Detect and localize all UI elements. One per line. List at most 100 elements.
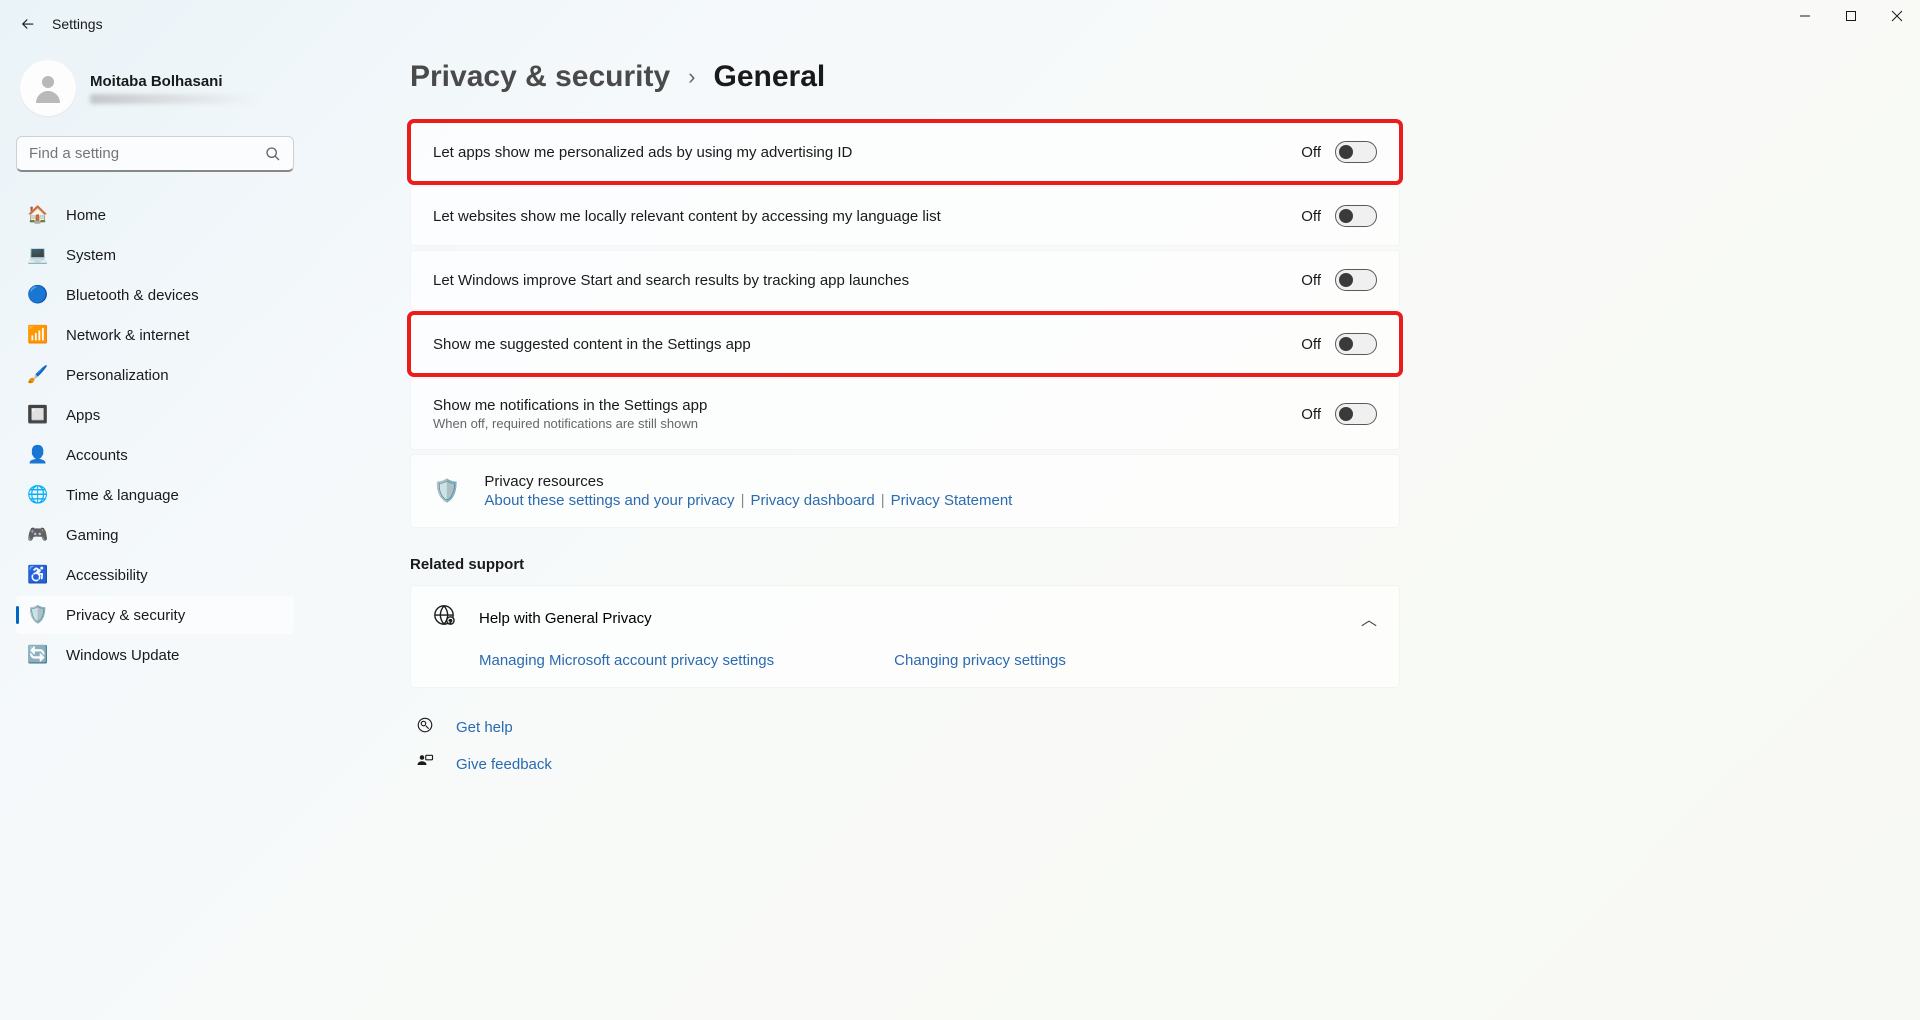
nav-item-windows-update[interactable]: 🔄 Windows Update (16, 636, 294, 674)
help-link[interactable]: Changing privacy settings (894, 652, 1066, 669)
nav-label: System (66, 247, 116, 264)
maximize-button[interactable] (1828, 0, 1874, 32)
nav-label: Accessibility (66, 567, 148, 584)
breadcrumb-current: General (713, 60, 825, 94)
nav-icon: 💻 (28, 245, 48, 265)
related-support-header: Related support (410, 556, 1888, 573)
help-title: Help with General Privacy (479, 610, 652, 627)
nav-item-personalization[interactable]: 🖌️ Personalization (16, 356, 294, 394)
setting-row: Let apps show me personalized ads by usi… (410, 122, 1400, 182)
setting-title: Let apps show me personalized ads by usi… (433, 144, 852, 161)
setting-title: Let Windows improve Start and search res… (433, 272, 909, 289)
give-feedback-label: Give feedback (456, 756, 552, 773)
settings-list: Let apps show me personalized ads by usi… (410, 122, 1400, 450)
setting-title: Show me notifications in the Settings ap… (433, 397, 707, 414)
resources-links: About these settings and your privacy|Pr… (484, 492, 1012, 509)
nav-item-apps[interactable]: 🔲 Apps (16, 396, 294, 434)
profile-email-redacted (90, 94, 260, 104)
person-icon (30, 70, 66, 106)
shield-icon: 🛡️ (433, 478, 460, 504)
maximize-icon (1845, 10, 1857, 22)
app-title: Settings (52, 16, 103, 32)
nav-icon: 🌐 (28, 485, 48, 505)
feedback-icon (416, 753, 436, 776)
toggle-switch[interactable] (1335, 333, 1377, 355)
nav-icon: 📶 (28, 325, 48, 345)
titlebar: Settings (0, 0, 1920, 48)
breadcrumb: Privacy & security › General (410, 60, 1888, 94)
chevron-right-icon: › (688, 64, 695, 90)
nav-icon: 🏠 (28, 205, 48, 225)
nav-icon: 🛡️ (28, 605, 48, 625)
profile-block[interactable]: Moitaba Bolhasani (16, 56, 294, 136)
nav-label: Personalization (66, 367, 169, 384)
close-button[interactable] (1874, 0, 1920, 32)
nav-label: Time & language (66, 487, 179, 504)
get-help-link[interactable]: Get help (416, 716, 1888, 739)
minimize-button[interactable] (1782, 0, 1828, 32)
nav-item-accounts[interactable]: 👤 Accounts (16, 436, 294, 474)
chevron-up-icon: ︿ (1361, 606, 1377, 630)
privacy-resources-card: 🛡️ Privacy resources About these setting… (410, 454, 1400, 528)
nav-label: Apps (66, 407, 100, 424)
window-controls (1782, 0, 1920, 32)
nav-icon: 👤 (28, 445, 48, 465)
nav-item-bluetooth-devices[interactable]: 🔵 Bluetooth & devices (16, 276, 294, 314)
help-link[interactable]: Managing Microsoft account privacy setti… (479, 652, 774, 669)
nav-label: Bluetooth & devices (66, 287, 199, 304)
nav-item-system[interactable]: 💻 System (16, 236, 294, 274)
nav-item-time-language[interactable]: 🌐 Time & language (16, 476, 294, 514)
give-feedback-link[interactable]: Give feedback (416, 753, 1888, 776)
svg-text:?: ? (449, 619, 452, 625)
setting-row: Show me notifications in the Settings ap… (410, 378, 1400, 450)
toggle-switch[interactable] (1335, 141, 1377, 163)
setting-subtitle: When off, required notifications are sti… (433, 416, 707, 431)
nav-label: Home (66, 207, 106, 224)
toggle-state-label: Off (1301, 144, 1321, 161)
toggle-switch[interactable] (1335, 269, 1377, 291)
toggle-state-label: Off (1301, 406, 1321, 423)
help-icon (416, 716, 436, 739)
nav-item-accessibility[interactable]: ♿Accessibility (16, 556, 294, 594)
resource-link[interactable]: About these settings and your privacy (484, 492, 734, 509)
resource-link[interactable]: Privacy dashboard (750, 492, 874, 509)
nav-label: Privacy & security (66, 607, 185, 624)
avatar (20, 60, 76, 116)
toggle-switch[interactable] (1335, 205, 1377, 227)
breadcrumb-parent[interactable]: Privacy & security (410, 60, 670, 94)
nav-label: Windows Update (66, 647, 179, 664)
nav-label: Accounts (66, 447, 128, 464)
sidebar: Moitaba Bolhasani 🏠 Home 💻 System 🔵 Bluetooth… (0, 48, 310, 1020)
help-links: Managing Microsoft account privacy setti… (433, 632, 1377, 669)
toggle-switch[interactable] (1335, 403, 1377, 425)
profile-name: Moitaba Bolhasani (90, 73, 260, 90)
minimize-icon (1799, 10, 1811, 22)
resource-link[interactable]: Privacy Statement (891, 492, 1013, 509)
setting-row: Let websites show me locally relevant co… (410, 186, 1400, 246)
nav-icon: 🔵 (28, 285, 48, 305)
nav-list: 🏠 Home 💻 System 🔵 Bluetooth & devices 📶Network… (16, 196, 294, 674)
toggle-state-label: Off (1301, 336, 1321, 353)
nav-item-network-internet[interactable]: 📶Network & internet (16, 316, 294, 354)
close-icon (1891, 10, 1903, 22)
toggle-state-label: Off (1301, 208, 1321, 225)
search-box[interactable] (16, 136, 294, 172)
arrow-left-icon (19, 15, 37, 33)
back-button[interactable] (8, 4, 48, 44)
footer-links: Get help Give feedback (410, 716, 1888, 776)
nav-item-privacy-security[interactable]: 🛡️ Privacy & security (16, 596, 294, 634)
nav-icon: 🔲 (28, 405, 48, 425)
nav-icon: 🔄 (28, 645, 48, 665)
content-area: Privacy & security › General Let apps sh… (310, 48, 1920, 1020)
search-icon (265, 146, 281, 162)
nav-item-home[interactable]: 🏠 Home (16, 196, 294, 234)
setting-row: Show me suggested content in the Setting… (410, 314, 1400, 374)
setting-title: Show me suggested content in the Setting… (433, 336, 751, 353)
help-card[interactable]: ? Help with General Privacy ︿ Managing M… (410, 585, 1400, 688)
nav-icon: 🖌️ (28, 365, 48, 385)
setting-title: Let websites show me locally relevant co… (433, 208, 941, 225)
search-input[interactable] (29, 145, 265, 162)
globe-help-icon: ? (433, 604, 455, 632)
nav-label: Gaming (66, 527, 119, 544)
nav-item-gaming[interactable]: 🎮Gaming (16, 516, 294, 554)
